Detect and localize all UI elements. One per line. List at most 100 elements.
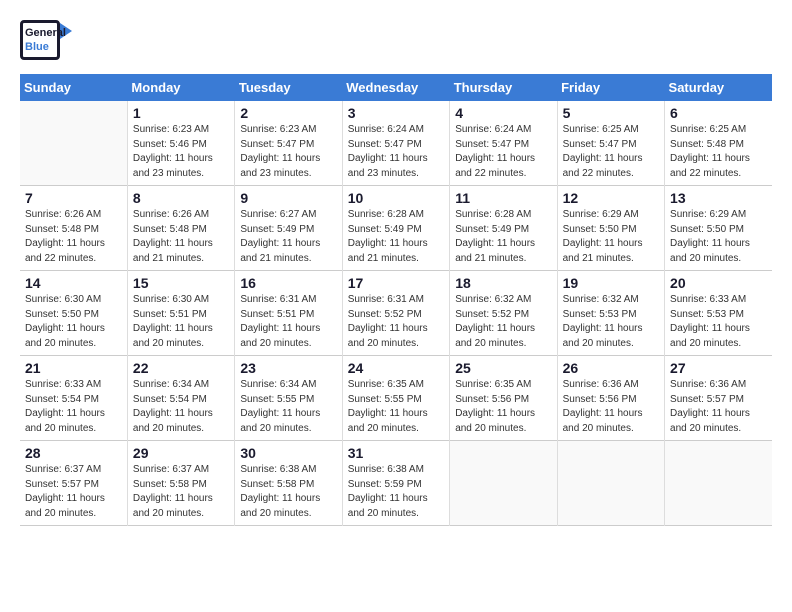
day-info: Sunrise: 6:33 AM Sunset: 5:53 PM Dayligh… — [670, 293, 767, 351]
day-number: 24 — [348, 360, 444, 376]
calendar-cell: 28Sunrise: 6:37 AM Sunset: 5:57 PM Dayli… — [20, 441, 127, 526]
day-number: 22 — [133, 360, 229, 376]
calendar-cell: 7 Sunrise: 6:26 AM Sunset: 5:48 PM Daylig… — [20, 186, 127, 271]
calendar-cell: 13Sunrise: 6:29 AM Sunset: 5:50 PM Dayli… — [665, 186, 772, 271]
header-saturday: Saturday — [665, 74, 772, 101]
day-info: Sunrise: 6:24 AM Sunset: 5:47 PM Dayligh… — [348, 123, 444, 181]
day-info: Sunrise: 6:36 AM Sunset: 5:57 PM Dayligh… — [670, 378, 767, 436]
calendar-week-3: 14 Sunrise: 6:30 AM Sunset: 5:50 PM Dayli… — [20, 271, 772, 356]
calendar-cell: 23Sunrise: 6:34 AM Sunset: 5:55 PM Dayli… — [235, 356, 342, 441]
day-number: 15 — [133, 275, 229, 291]
day-info: Sunrise: 6:28 AM Sunset: 5:49 PM Dayligh… — [455, 208, 551, 266]
calendar-table: SundayMondayTuesdayWednesdayThursdayFrid… — [20, 74, 772, 526]
day-info: Sunrise: 6:37 AM Sunset: 5:58 PM Dayligh… — [133, 463, 229, 521]
day-info: Sunrise: 6:25 AM Sunset: 5:48 PM Dayligh… — [670, 123, 767, 181]
day-info: Sunrise: 6:23 AM Sunset: 5:47 PM Dayligh… — [240, 123, 336, 181]
day-number: 12 — [563, 190, 659, 206]
calendar-cell: 17 Sunrise: 6:31 AM Sunset: 5:52 PM Dayli… — [342, 271, 449, 356]
calendar-cell: 9 Sunrise: 6:27 AM Sunset: 5:49 PM Daylig… — [235, 186, 342, 271]
calendar-cell: 22Sunrise: 6:34 AM Sunset: 5:54 PM Dayli… — [127, 356, 234, 441]
day-number: 7 — [25, 190, 122, 206]
day-info: Sunrise: 6:35 AM Sunset: 5:55 PM Dayligh… — [348, 378, 444, 436]
calendar-cell: 14 Sunrise: 6:30 AM Sunset: 5:50 PM Dayli… — [20, 271, 127, 356]
day-number: 1 — [133, 105, 229, 121]
day-info: Sunrise: 6:26 AM Sunset: 5:48 PM Dayligh… — [25, 208, 122, 266]
logo-emblem: GeneralBlue — [20, 20, 64, 64]
calendar-cell: 11Sunrise: 6:28 AM Sunset: 5:49 PM Dayli… — [450, 186, 557, 271]
calendar-cell: 5Sunrise: 6:25 AM Sunset: 5:47 PM Daylig… — [557, 101, 664, 186]
day-info: Sunrise: 6:29 AM Sunset: 5:50 PM Dayligh… — [670, 208, 767, 266]
day-number: 27 — [670, 360, 767, 376]
day-info: Sunrise: 6:32 AM Sunset: 5:52 PM Dayligh… — [455, 293, 551, 351]
day-info: Sunrise: 6:29 AM Sunset: 5:50 PM Dayligh… — [563, 208, 659, 266]
day-number: 6 — [670, 105, 767, 121]
calendar-cell: 2 Sunrise: 6:23 AM Sunset: 5:47 PM Daylig… — [235, 101, 342, 186]
calendar-cell: 18 Sunrise: 6:32 AM Sunset: 5:52 PM Dayli… — [450, 271, 557, 356]
day-info: Sunrise: 6:30 AM Sunset: 5:50 PM Dayligh… — [25, 293, 122, 351]
calendar-cell: 25 Sunrise: 6:35 AM Sunset: 5:56 PM Dayli… — [450, 356, 557, 441]
calendar-week-1: 1 Sunrise: 6:23 AM Sunset: 5:46 PM Daylig… — [20, 101, 772, 186]
calendar-cell: 31Sunrise: 6:38 AM Sunset: 5:59 PM Dayli… — [342, 441, 449, 526]
calendar-cell: 19Sunrise: 6:32 AM Sunset: 5:53 PM Dayli… — [557, 271, 664, 356]
calendar-cell — [450, 441, 557, 526]
day-info: Sunrise: 6:23 AM Sunset: 5:46 PM Dayligh… — [133, 123, 229, 181]
header-tuesday: Tuesday — [235, 74, 342, 101]
header-wednesday: Wednesday — [342, 74, 449, 101]
day-info: Sunrise: 6:27 AM Sunset: 5:49 PM Dayligh… — [240, 208, 336, 266]
calendar-week-4: 21 Sunrise: 6:33 AM Sunset: 5:54 PM Dayli… — [20, 356, 772, 441]
day-number: 17 — [348, 275, 444, 291]
calendar-cell: 1 Sunrise: 6:23 AM Sunset: 5:46 PM Daylig… — [127, 101, 234, 186]
day-number: 29 — [133, 445, 229, 461]
calendar-cell — [665, 441, 772, 526]
calendar-cell: 8 Sunrise: 6:26 AM Sunset: 5:48 PM Daylig… — [127, 186, 234, 271]
day-info: Sunrise: 6:35 AM Sunset: 5:56 PM Dayligh… — [455, 378, 551, 436]
calendar-cell: 27 Sunrise: 6:36 AM Sunset: 5:57 PM Dayli… — [665, 356, 772, 441]
calendar-cell: 24 Sunrise: 6:35 AM Sunset: 5:55 PM Dayli… — [342, 356, 449, 441]
header-thursday: Thursday — [450, 74, 557, 101]
day-number: 18 — [455, 275, 551, 291]
day-number: 5 — [563, 105, 659, 121]
calendar-cell: 30Sunrise: 6:38 AM Sunset: 5:58 PM Dayli… — [235, 441, 342, 526]
day-number: 26 — [563, 360, 659, 376]
page-header: GeneralBlue — [20, 20, 772, 64]
calendar-week-2: 7 Sunrise: 6:26 AM Sunset: 5:48 PM Daylig… — [20, 186, 772, 271]
day-number: 8 — [133, 190, 229, 206]
day-info: Sunrise: 6:38 AM Sunset: 5:59 PM Dayligh… — [348, 463, 444, 521]
day-info: Sunrise: 6:32 AM Sunset: 5:53 PM Dayligh… — [563, 293, 659, 351]
logo: GeneralBlue — [20, 20, 64, 64]
logo-graphic: GeneralBlue — [20, 20, 64, 64]
day-info: Sunrise: 6:31 AM Sunset: 5:51 PM Dayligh… — [240, 293, 336, 351]
day-number: 21 — [25, 360, 122, 376]
day-info: Sunrise: 6:28 AM Sunset: 5:49 PM Dayligh… — [348, 208, 444, 266]
calendar-cell — [557, 441, 664, 526]
day-number: 9 — [240, 190, 336, 206]
calendar-week-5: 28Sunrise: 6:37 AM Sunset: 5:57 PM Dayli… — [20, 441, 772, 526]
day-number: 20 — [670, 275, 767, 291]
calendar-cell: 6 Sunrise: 6:25 AM Sunset: 5:48 PM Daylig… — [665, 101, 772, 186]
day-info: Sunrise: 6:36 AM Sunset: 5:56 PM Dayligh… — [563, 378, 659, 436]
day-number: 14 — [25, 275, 122, 291]
day-info: Sunrise: 6:26 AM Sunset: 5:48 PM Dayligh… — [133, 208, 229, 266]
calendar-cell: 20 Sunrise: 6:33 AM Sunset: 5:53 PM Dayli… — [665, 271, 772, 356]
day-info: Sunrise: 6:37 AM Sunset: 5:57 PM Dayligh… — [25, 463, 122, 521]
day-info: Sunrise: 6:30 AM Sunset: 5:51 PM Dayligh… — [133, 293, 229, 351]
calendar-cell: 26 Sunrise: 6:36 AM Sunset: 5:56 PM Dayli… — [557, 356, 664, 441]
day-info: Sunrise: 6:24 AM Sunset: 5:47 PM Dayligh… — [455, 123, 551, 181]
calendar-cell: 10 Sunrise: 6:28 AM Sunset: 5:49 PM Dayli… — [342, 186, 449, 271]
logo-text: GeneralBlue — [25, 26, 66, 55]
header-friday: Friday — [557, 74, 664, 101]
day-info: Sunrise: 6:33 AM Sunset: 5:54 PM Dayligh… — [25, 378, 122, 436]
day-number: 25 — [455, 360, 551, 376]
calendar-cell: 12 Sunrise: 6:29 AM Sunset: 5:50 PM Dayli… — [557, 186, 664, 271]
header-sunday: Sunday — [20, 74, 127, 101]
calendar-cell: 3 Sunrise: 6:24 AM Sunset: 5:47 PM Daylig… — [342, 101, 449, 186]
day-number: 30 — [240, 445, 336, 461]
day-number: 3 — [348, 105, 444, 121]
day-number: 4 — [455, 105, 551, 121]
day-number: 10 — [348, 190, 444, 206]
calendar-cell: 4 Sunrise: 6:24 AM Sunset: 5:47 PM Daylig… — [450, 101, 557, 186]
day-info: Sunrise: 6:31 AM Sunset: 5:52 PM Dayligh… — [348, 293, 444, 351]
calendar-cell: 21 Sunrise: 6:33 AM Sunset: 5:54 PM Dayli… — [20, 356, 127, 441]
day-number: 16 — [240, 275, 336, 291]
day-number: 2 — [240, 105, 336, 121]
